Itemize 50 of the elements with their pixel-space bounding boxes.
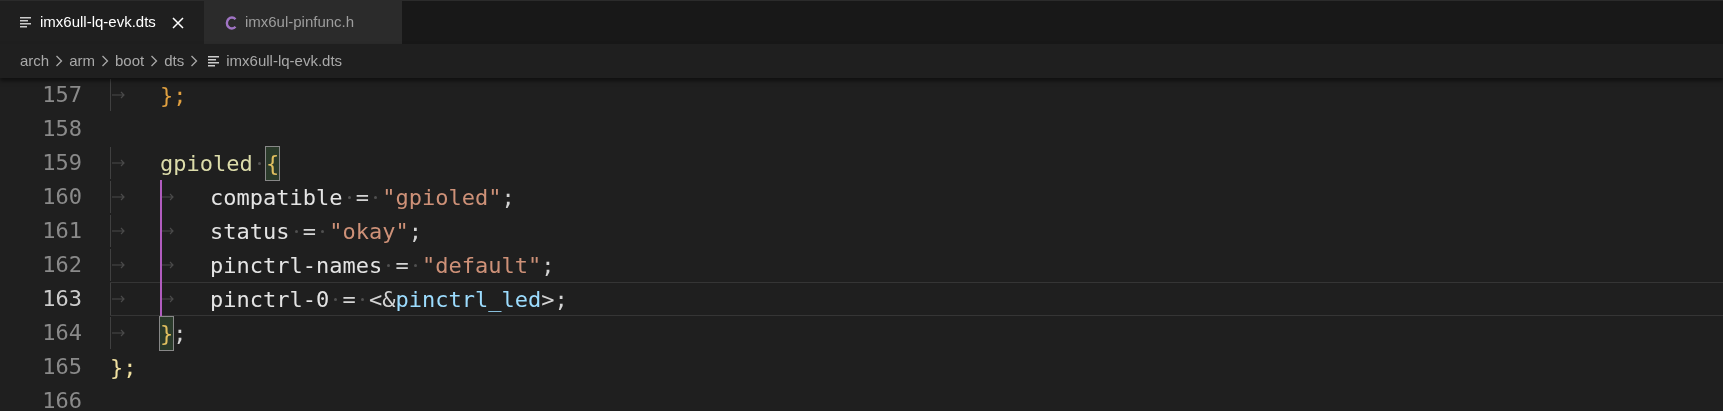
code-token: "okay" [329, 217, 409, 246]
code-token: = [342, 285, 356, 314]
line-number: 165 [41, 353, 82, 381]
code-token: = [302, 217, 316, 246]
line-number: 162 [41, 251, 82, 279]
chevron-right-icon [190, 55, 199, 67]
code-token: ; [541, 251, 555, 280]
code-token: compatible [210, 183, 343, 212]
code-token: ; [408, 217, 422, 246]
code-token: ; [501, 183, 515, 212]
editor-tab[interactable]: imx6ul-pinfunc.h [203, 1, 403, 44]
breadcrumb-item[interactable]: arm [69, 49, 96, 73]
code-token: >; [541, 285, 568, 314]
chevron-right-icon [55, 55, 64, 67]
line-number: 158 [41, 115, 82, 143]
line-number: 166 [41, 387, 82, 411]
tab-label: imx6ull-lq-evk.dts [40, 12, 156, 33]
code-token: { [265, 146, 280, 180]
code-token: = [395, 251, 409, 280]
code-token: } [160, 316, 174, 350]
breadcrumb-item[interactable]: boot [115, 49, 145, 73]
editor-tab[interactable]: imx6ull-lq-evk.dts [0, 1, 204, 44]
line-number: 161 [41, 217, 82, 245]
line-number: 159 [41, 149, 82, 177]
code-token: pinctrl-0 [210, 285, 330, 314]
code-token: pinctrl-names [210, 251, 383, 280]
code-token: ; [173, 319, 187, 348]
tab-label: imx6ul-pinfunc.h [244, 12, 355, 33]
breadcrumb-item[interactable]: arch [20, 49, 50, 73]
code-token: status [210, 217, 290, 246]
code-token: "default" [421, 251, 542, 280]
close-icon[interactable] [171, 16, 184, 29]
chevron-right-icon [150, 55, 159, 67]
line-number: 160 [41, 183, 82, 211]
code-token: }; [110, 353, 137, 382]
code-token: = [355, 183, 369, 212]
file-lines-icon [208, 55, 221, 67]
c-file-icon [224, 15, 237, 30]
breadcrumb-item[interactable]: dts [164, 49, 185, 73]
code-token: pinctrl_led [395, 285, 542, 314]
line-number: 163 [41, 285, 82, 313]
code-token: <& [368, 285, 396, 314]
breadcrumb-item[interactable]: imx6ull-lq-evk.dts [226, 49, 343, 73]
file-lines-icon [20, 17, 32, 28]
line-number: 157 [41, 81, 82, 109]
line-number: 164 [41, 319, 82, 347]
chevron-right-icon [101, 55, 110, 67]
code-token: gpioled [160, 149, 253, 178]
code-token: }; [160, 81, 187, 110]
code-token: "gpioled" [382, 183, 502, 212]
